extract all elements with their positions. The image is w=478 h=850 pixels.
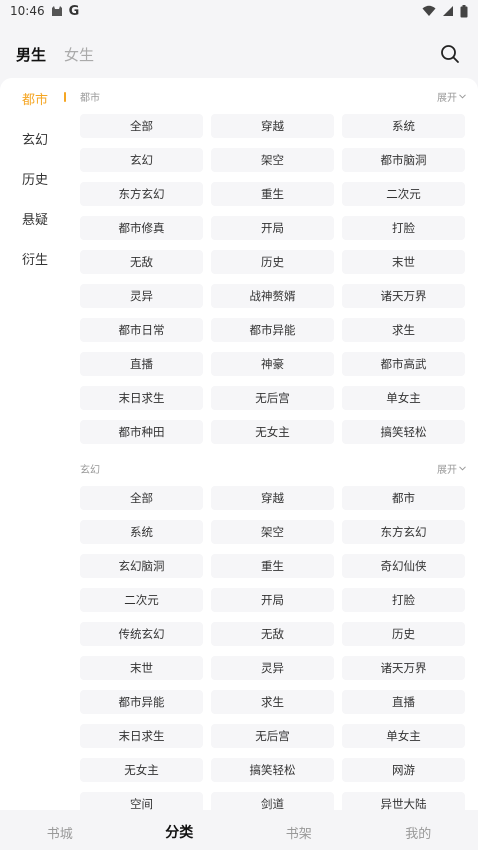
category-sidebar: 都市 玄幻 历史 悬疑 衍生 (0, 78, 72, 810)
category-tag[interactable]: 传统玄幻 (80, 622, 203, 646)
category-tag[interactable]: 全部 (80, 486, 203, 510)
category-tag[interactable]: 神豪 (211, 352, 334, 376)
category-tag[interactable]: 网游 (342, 758, 465, 782)
gender-tab-bar: 男生 女生 (0, 36, 478, 72)
category-content: 都市 展开 全部 穿越 系统 玄幻 架空 都市脑洞 东方玄幻 重生 二次元 都市修真 开局 打脸 无敌 历史末… (80, 78, 466, 810)
section-header: 玄幻 展开 (80, 450, 466, 486)
expand-label: 展开 (437, 464, 457, 476)
section-title: 玄幻 (80, 464, 100, 476)
category-tag[interactable]: 求生 (211, 690, 334, 714)
category-tag[interactable]: 空间 (80, 792, 203, 810)
category-tag[interactable]: 系统 (80, 520, 203, 544)
category-tag[interactable]: 灵异 (80, 284, 203, 308)
battery-icon (460, 4, 468, 18)
category-tag[interactable]: 玄幻脑洞 (80, 554, 203, 578)
status-bar: 10:46 G (0, 0, 478, 22)
category-tag[interactable]: 无女主 (80, 758, 203, 782)
category-panel: 都市 玄幻 历史 悬疑 衍生 都市 展开 全部 穿越 系统 玄幻 架空 都市脑洞 东方玄幻 重生二… (0, 78, 478, 810)
category-tag[interactable]: 无敌 (211, 622, 334, 646)
expand-button[interactable]: 展开 (437, 89, 466, 104)
category-tag[interactable]: 都市 (342, 486, 465, 510)
category-tag[interactable]: 架空 (211, 520, 334, 544)
category-tag[interactable]: 都市修真 (80, 216, 203, 240)
category-tag[interactable]: 都市日常 (80, 318, 203, 342)
category-tag[interactable]: 打脸 (342, 216, 465, 240)
category-tag[interactable]: 重生 (211, 182, 334, 206)
category-tag[interactable]: 重生 (211, 554, 334, 578)
category-tag[interactable]: 打脸 (342, 588, 465, 612)
category-tag[interactable]: 直播 (342, 690, 465, 714)
category-tag[interactable]: 末世 (80, 656, 203, 680)
category-tag[interactable]: 单女主 (342, 386, 465, 410)
section-title: 都市 (80, 92, 100, 104)
category-tag[interactable]: 都市种田 (80, 420, 203, 444)
category-tag[interactable]: 全部 (80, 114, 203, 138)
category-tag[interactable]: 都市异能 (80, 690, 203, 714)
bottom-nav: 书城 分类 书架 我的 (0, 814, 478, 850)
sidebar-item-xuanyi[interactable]: 悬疑 (0, 198, 72, 238)
nav-bookstore[interactable]: 书城 (0, 823, 120, 842)
category-tag[interactable]: 无女主 (211, 420, 334, 444)
tag-grid: 全部 穿越 系统玄幻 架空 都市脑洞东方玄幻 重生 二次元都市修真 开局 打脸无敌 历史 末世灵异战… (80, 114, 466, 444)
category-tag[interactable]: 灵异 (211, 656, 334, 680)
category-tag[interactable]: 搞笑轻松 (211, 758, 334, 782)
category-tag[interactable]: 历史 (342, 622, 465, 646)
category-tag[interactable]: 搞笑轻松 (342, 420, 465, 444)
tab-male[interactable]: 男生 (16, 44, 46, 65)
category-tag[interactable]: 系统 (342, 114, 465, 138)
category-tag[interactable]: 单女主 (342, 724, 465, 748)
category-tag[interactable]: 穿越 (211, 114, 334, 138)
category-tag[interactable]: 都市异能 (211, 318, 334, 342)
chevron-down-icon (459, 91, 466, 102)
nav-bookshelf[interactable]: 书架 (239, 823, 359, 842)
category-tag[interactable]: 穿越 (211, 486, 334, 510)
category-tag[interactable]: 开局 (211, 216, 334, 240)
category-tag[interactable]: 东方玄幻 (80, 182, 203, 206)
wifi-icon (422, 5, 436, 17)
category-tag[interactable]: 异世大陆 (342, 792, 465, 810)
category-tag[interactable]: 开局 (211, 588, 334, 612)
category-tag[interactable]: 战神赘婿 (211, 284, 334, 308)
category-tag[interactable]: 二次元 (342, 182, 465, 206)
category-tag[interactable]: 诸天万界 (342, 284, 465, 308)
search-icon[interactable] (438, 42, 462, 66)
category-tag[interactable]: 二次元 (80, 588, 203, 612)
nav-mine[interactable]: 我的 (359, 823, 478, 842)
expand-label: 展开 (437, 92, 457, 104)
category-tag[interactable]: 玄幻 (80, 148, 203, 172)
section-header: 都市 展开 (80, 78, 466, 114)
category-tag[interactable]: 诸天万界 (342, 656, 465, 680)
category-tag[interactable]: 架空 (211, 148, 334, 172)
cat-icon (51, 5, 63, 17)
sidebar-item-lishi[interactable]: 历史 (0, 158, 72, 198)
category-tag[interactable]: 末世 (342, 250, 465, 274)
g-logo: G (68, 3, 80, 19)
category-tag[interactable]: 求生 (342, 318, 465, 342)
category-tag[interactable]: 历史 (211, 250, 334, 274)
nav-category[interactable]: 分类 (120, 822, 240, 842)
category-tag[interactable]: 无后宫 (211, 386, 334, 410)
category-tag[interactable]: 都市高武 (342, 352, 465, 376)
sidebar-item-yansheng[interactable]: 衍生 (0, 238, 72, 278)
category-section: 都市 展开 全部 穿越 系统 玄幻 架空 都市脑洞 东方玄幻 重生 二次元 都市修真 开局 打脸 无敌 历史末… (80, 78, 466, 444)
category-tag[interactable]: 直播 (80, 352, 203, 376)
tab-female[interactable]: 女生 (64, 44, 94, 65)
category-tag[interactable]: 剑道 (211, 792, 334, 810)
signal-icon (442, 5, 454, 17)
category-section: 玄幻 展开 全部 穿越 都市 系统 架空 东方玄幻 玄幻脑洞 重生 奇幻仙侠 二次元 开局 打脸 传统玄幻无… (80, 450, 466, 810)
category-tag[interactable]: 末日求生 (80, 724, 203, 748)
expand-button[interactable]: 展开 (437, 461, 466, 476)
category-tag[interactable]: 无后宫 (211, 724, 334, 748)
category-tag[interactable]: 东方玄幻 (342, 520, 465, 544)
category-tag[interactable]: 奇幻仙侠 (342, 554, 465, 578)
sidebar-item-dushi[interactable]: 都市 (0, 78, 72, 118)
status-time: 10:46 (10, 4, 45, 18)
category-tag[interactable]: 都市脑洞 (342, 148, 465, 172)
chevron-down-icon (459, 463, 466, 474)
tag-grid: 全部 穿越 都市系统 架空 东方玄幻玄幻脑洞 重生 奇幻仙侠二次元 开局 打脸传统玄幻 无敌 历史末… (80, 486, 466, 810)
sidebar-item-xuanhuan[interactable]: 玄幻 (0, 118, 72, 158)
category-tag[interactable]: 无敌 (80, 250, 203, 274)
category-tag[interactable]: 末日求生 (80, 386, 203, 410)
